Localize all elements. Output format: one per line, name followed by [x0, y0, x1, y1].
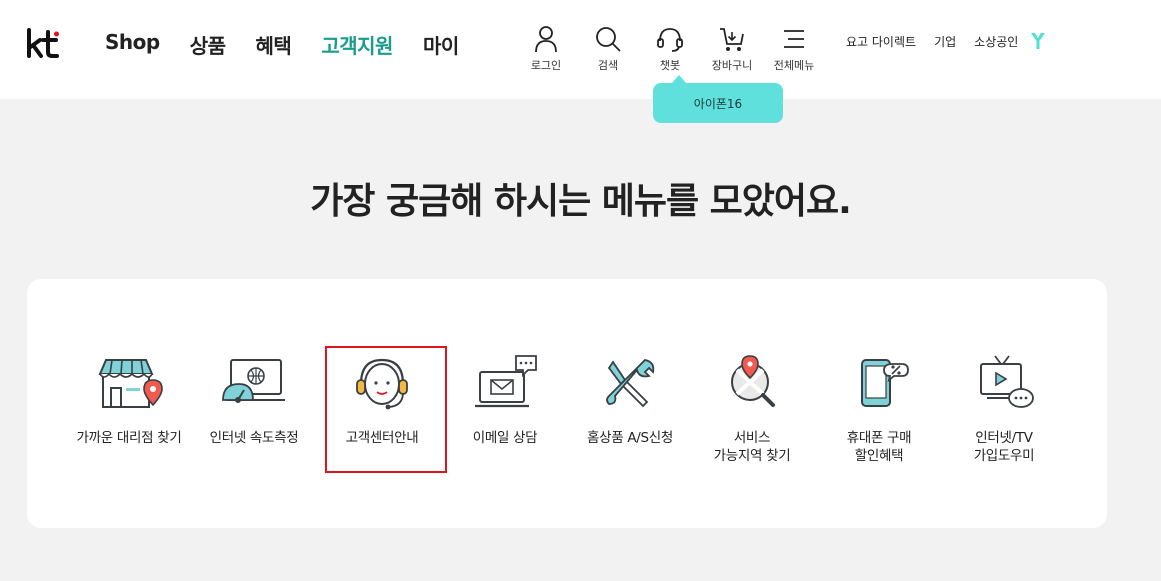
tools-icon — [606, 359, 655, 408]
login-button[interactable]: 로그인 — [515, 24, 577, 73]
search-icon — [596, 27, 621, 52]
menu-find-store[interactable]: 가까운 대리점 찾기 — [69, 350, 189, 447]
store-location-icon — [98, 359, 163, 408]
menu-label: 이메일 상담 — [472, 430, 538, 446]
menu-label: 휴대폰 구매 할인혜택 — [846, 430, 912, 464]
nav-benefits[interactable]: 혜택 — [256, 30, 292, 59]
nav-my[interactable]: 마이 — [423, 30, 459, 59]
sub-links: 요고 다이렉트 기업 소상공인 — [846, 32, 1046, 50]
main-nav: Shop 상품 혜택 고객지원 마이 — [105, 30, 489, 59]
kt-logo[interactable] — [26, 28, 60, 58]
all-menu-button[interactable]: 전체메뉴 — [763, 24, 825, 73]
menu-home-as-request[interactable]: 홈상품 A/S신청 — [570, 350, 690, 447]
cart-button[interactable]: 장바구니 — [701, 24, 763, 73]
all-menu-label: 전체메뉴 — [773, 59, 815, 72]
cart-icon — [720, 28, 744, 51]
headset-icon — [657, 28, 683, 52]
nav-shop[interactable]: Shop — [105, 30, 160, 59]
chatbot-label: 챗봇 — [659, 59, 681, 72]
menu-label: 인터넷/TV 가입도우미 — [973, 430, 1035, 464]
menu-phone-discount[interactable]: 휴대폰 구매 할인혜택 — [819, 350, 939, 465]
customer-center-headset-icon — [356, 358, 408, 410]
menu-label: 가까운 대리점 찾기 — [76, 430, 182, 446]
site-header: Shop 상품 혜택 고객지원 마이 로그인 검색 챗봇 장바구니 전체메뉴 요… — [0, 0, 1161, 99]
menu-service-area[interactable]: 서비스 가능지역 찾기 — [692, 350, 812, 465]
menu-internet-tv-guide[interactable]: 인터넷/TV 가입도우미 — [944, 350, 1064, 465]
cart-label: 장바구니 — [711, 59, 753, 72]
login-label: 로그인 — [530, 59, 562, 72]
tv-chat-icon — [980, 355, 1034, 408]
chatbot-button[interactable]: 챗봇 — [639, 24, 701, 73]
person-icon — [535, 26, 557, 53]
menu-label: 고객센터안내 — [345, 430, 419, 446]
menu-icon — [784, 30, 804, 48]
y-logo-icon[interactable] — [1030, 32, 1046, 50]
menu-customer-center[interactable]: 고객센터안내 — [322, 350, 442, 447]
small-business-link[interactable]: 소상공인 — [974, 33, 1018, 50]
map-search-icon — [731, 355, 775, 407]
utility-menu: 로그인 검색 챗봇 장바구니 전체메뉴 — [515, 24, 825, 73]
menu-speed-test[interactable]: 인터넷 속도측정 — [194, 350, 314, 447]
chatbot-tooltip[interactable]: 아이폰16 — [653, 75, 783, 123]
menu-email-counsel[interactable]: 이메일 상담 — [445, 350, 565, 447]
tooltip-text: 아이폰16 — [693, 96, 743, 111]
yogo-direct-link[interactable]: 요고 다이렉트 — [846, 33, 916, 50]
menu-label: 홈상품 A/S신청 — [586, 430, 674, 446]
menu-label: 서비스 가능지역 찾기 — [713, 430, 791, 464]
nav-products[interactable]: 상품 — [190, 30, 226, 59]
phone-discount-icon — [861, 359, 909, 407]
search-button[interactable]: 검색 — [577, 24, 639, 73]
page-headline: 가장 궁금해 하시는 메뉴를 모았어요. — [310, 181, 852, 222]
nav-support[interactable]: 고객지원 — [321, 30, 393, 59]
menu-label: 인터넷 속도측정 — [209, 430, 299, 446]
search-label: 검색 — [597, 59, 619, 72]
email-laptop-icon — [475, 355, 537, 408]
speed-monitor-icon — [222, 359, 285, 403]
business-link[interactable]: 기업 — [934, 33, 956, 50]
